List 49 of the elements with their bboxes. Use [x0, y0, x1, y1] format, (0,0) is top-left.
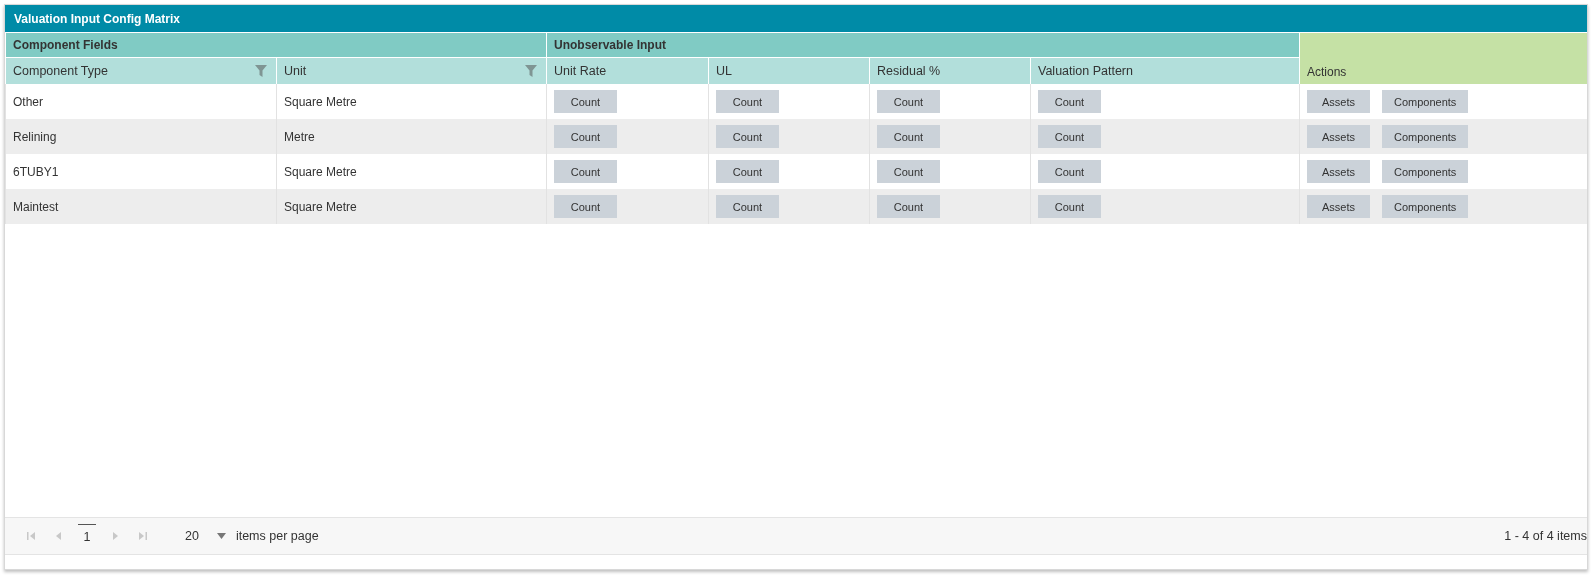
assets-button[interactable]: Assets	[1307, 125, 1370, 148]
components-button[interactable]: Components	[1382, 125, 1469, 148]
count-button[interactable]: Count	[1038, 195, 1101, 218]
count-button[interactable]: Count	[554, 125, 617, 148]
page-button[interactable]: 1	[77, 523, 97, 549]
column-header[interactable]: Residual %	[869, 57, 1030, 84]
count-button[interactable]: Count	[716, 90, 779, 113]
table-cell: Maintest	[13, 199, 59, 214]
item-count: 1 - 4 of 4 items	[1504, 529, 1587, 543]
column-header[interactable]: Component Type	[5, 57, 276, 84]
filter-icon[interactable]	[255, 65, 267, 77]
table-cell: Relining	[13, 129, 57, 144]
window-title: Valuation Input Config Matrix	[5, 5, 1587, 32]
table-cell: Square Metre	[284, 164, 357, 179]
column-header[interactable]: UL	[708, 57, 869, 84]
filter-icon[interactable]	[525, 65, 537, 77]
assets-button[interactable]: Assets	[1307, 160, 1370, 183]
count-button[interactable]: Count	[877, 125, 940, 148]
table-cell: 6TUBY1	[13, 164, 59, 179]
assets-button[interactable]: Assets	[1307, 195, 1370, 218]
count-button[interactable]: Count	[554, 160, 617, 183]
table-cell: Square Metre	[284, 199, 357, 214]
count-button[interactable]: Count	[554, 90, 617, 113]
components-button[interactable]: Components	[1382, 90, 1469, 113]
column-header[interactable]: Unit Rate	[546, 57, 708, 84]
column-header[interactable]: Valuation Pattern	[1030, 57, 1299, 84]
count-button[interactable]: Count	[877, 90, 940, 113]
count-button[interactable]: Count	[1038, 125, 1101, 148]
dropdown-caret-icon[interactable]	[216, 533, 226, 539]
page-size-value[interactable]: 20	[185, 529, 199, 543]
page-size-label: items per page	[235, 529, 319, 543]
column-header: Actions	[1299, 32, 1587, 84]
table-cell: Other	[13, 94, 43, 109]
assets-button[interactable]: Assets	[1307, 90, 1370, 113]
components-button[interactable]: Components	[1382, 195, 1469, 218]
column-group-header: Component Fields	[5, 32, 546, 57]
table-cell: Square Metre	[284, 94, 357, 109]
components-button[interactable]: Components	[1382, 160, 1469, 183]
column-header[interactable]: Unit	[276, 57, 546, 84]
count-button[interactable]: Count	[877, 195, 940, 218]
count-button[interactable]: Count	[716, 195, 779, 218]
column-group-header: Unobservable Input	[546, 32, 1299, 57]
count-button[interactable]: Count	[1038, 90, 1101, 113]
count-button[interactable]: Count	[716, 125, 779, 148]
count-button[interactable]: Count	[716, 160, 779, 183]
table-cell: Metre	[284, 129, 315, 144]
count-button[interactable]: Count	[877, 160, 940, 183]
count-button[interactable]: Count	[554, 195, 617, 218]
count-button[interactable]: Count	[1038, 160, 1101, 183]
